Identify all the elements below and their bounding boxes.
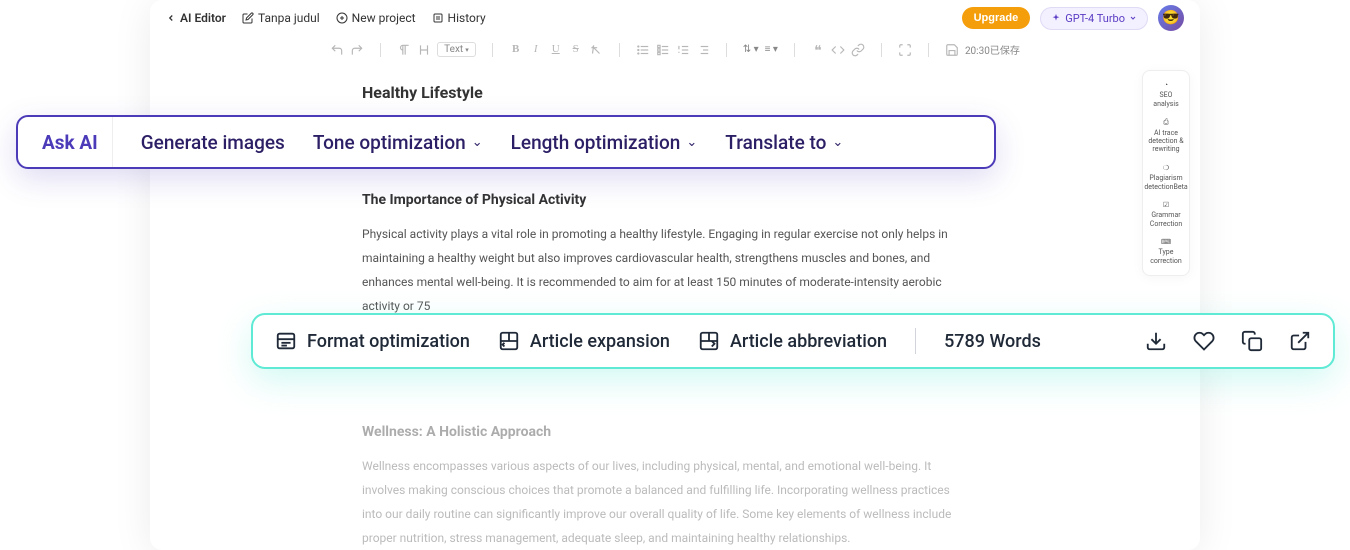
doc-name[interactable]: Tanpa judul — [242, 11, 320, 25]
doc-name-label: Tanpa judul — [258, 11, 320, 25]
shield-icon: ❍ — [1163, 164, 1169, 172]
new-project-label: New project — [352, 11, 416, 25]
history-button[interactable]: History — [432, 11, 486, 25]
expand-icon — [498, 330, 520, 352]
back-button[interactable]: AI Editor — [166, 11, 226, 25]
chevron-down-icon: ⌄ — [832, 135, 843, 150]
history-icon — [432, 12, 444, 24]
separator — [726, 43, 727, 57]
side-panel: ◔ SEO analysis ⎙ AI trace detection & re… — [1142, 70, 1190, 276]
length-optimization-button[interactable]: Length optimization⌄ — [511, 131, 698, 154]
separator — [915, 328, 916, 354]
document-title: Healthy Lifestyle — [362, 83, 970, 102]
article-abbreviation-button[interactable]: Article abbreviation — [698, 330, 887, 352]
separator — [619, 43, 620, 57]
chevron-down-icon — [1129, 14, 1137, 22]
side-ai-trace[interactable]: ⎙ AI trace detection & rewriting — [1145, 114, 1187, 158]
model-label: GPT-4 Turbo — [1065, 12, 1125, 25]
editor-toolbar: Text ▾ B I U S ⇅ ▾ ≡ ▾ ❝ — [150, 36, 1200, 63]
quote-icon[interactable]: ❝ — [811, 43, 825, 57]
article-expansion-button[interactable]: Article expansion — [498, 330, 670, 352]
separator — [794, 43, 795, 57]
type-icon: ⌨ — [1161, 238, 1171, 246]
section-2-title: Wellness: A Holistic Approach — [362, 424, 970, 440]
plus-circle-icon — [336, 12, 348, 24]
sparkle-icon — [1051, 13, 1061, 23]
list-indent-icon[interactable] — [696, 43, 710, 57]
link-icon[interactable] — [851, 43, 865, 57]
undo-icon[interactable] — [330, 43, 344, 57]
strike-icon[interactable]: S — [569, 43, 583, 57]
line-height-icon[interactable]: ⇅ ▾ — [743, 44, 759, 55]
text-dropdown[interactable]: Text ▾ — [437, 42, 476, 57]
section-1-body: Physical activity plays a vital role in … — [362, 222, 970, 318]
section-2-body: Wellness encompasses various aspects of … — [362, 454, 970, 550]
ask-ai-toolbar: Ask AI Generate images Tone optimization… — [16, 115, 996, 169]
separator — [928, 43, 929, 57]
history-label: History — [448, 11, 486, 25]
top-right: Upgrade GPT-4 Turbo 😎 — [962, 5, 1184, 31]
format-optimization-button[interactable]: Format optimization — [275, 330, 470, 352]
translate-to-button[interactable]: Translate to⌄ — [725, 131, 843, 154]
abbrev-icon — [698, 330, 720, 352]
italic-icon[interactable]: I — [529, 43, 543, 57]
side-seo-analysis[interactable]: ◔ SEO analysis — [1145, 77, 1187, 112]
side-type[interactable]: ⌨ Type correction — [1145, 234, 1187, 269]
side-label: Grammar Correction — [1147, 211, 1185, 228]
upgrade-button[interactable]: Upgrade — [962, 7, 1031, 29]
side-label: AI trace detection & rewriting — [1147, 129, 1185, 154]
ask-ai-label[interactable]: Ask AI — [28, 117, 113, 167]
list-ol-icon[interactable] — [676, 43, 690, 57]
align-icon[interactable]: ≡ ▾ — [765, 44, 778, 55]
top-left: AI Editor Tanpa judul New project Histor… — [166, 11, 486, 25]
clear-format-icon[interactable] — [589, 43, 603, 57]
chevron-down-icon: ⌄ — [472, 135, 483, 150]
save-status: 20:30已保存 — [965, 42, 1020, 57]
avatar[interactable]: 😎 — [1158, 5, 1184, 31]
fullscreen-icon[interactable] — [898, 43, 912, 57]
bottom-toolbar: Format optimization Article expansion Ar… — [251, 313, 1335, 369]
download-icon[interactable] — [1145, 330, 1167, 352]
side-label: SEO analysis — [1147, 91, 1185, 108]
list-check-icon[interactable] — [656, 43, 670, 57]
doc-check-icon: ☑ — [1163, 201, 1169, 209]
copy-icon[interactable] — [1241, 330, 1263, 352]
format-icon — [275, 330, 297, 352]
separator — [492, 43, 493, 57]
separator — [881, 43, 882, 57]
redo-icon[interactable] — [350, 43, 364, 57]
search-doc-icon: ⎙ — [1163, 118, 1169, 126]
side-label: Plagiarism detectionBeta — [1144, 174, 1187, 191]
side-plagiarism[interactable]: ❍ Plagiarism detectionBeta — [1145, 160, 1187, 195]
edit-icon — [242, 12, 254, 24]
top-bar: AI Editor Tanpa judul New project Histor… — [150, 0, 1200, 36]
chevron-left-icon — [166, 13, 176, 23]
heading-icon[interactable] — [417, 43, 431, 57]
bold-icon[interactable]: B — [509, 43, 523, 57]
app-window: AI Editor Tanpa judul New project Histor… — [150, 0, 1200, 550]
gauge-icon: ◔ — [1164, 81, 1168, 89]
heart-icon[interactable] — [1193, 330, 1215, 352]
separator — [380, 43, 381, 57]
code-icon[interactable] — [831, 43, 845, 57]
model-selector[interactable]: GPT-4 Turbo — [1040, 7, 1148, 30]
section-1-title: The Importance of Physical Activity — [362, 192, 970, 208]
word-count: 5789 Words — [944, 331, 1041, 352]
new-project-button[interactable]: New project — [336, 11, 416, 25]
paragraph-icon[interactable] — [397, 43, 411, 57]
list-ul-icon[interactable] — [636, 43, 650, 57]
back-label: AI Editor — [180, 11, 226, 25]
chevron-down-icon: ⌄ — [686, 135, 697, 150]
tone-optimization-button[interactable]: Tone optimization⌄ — [313, 131, 483, 154]
generate-images-button[interactable]: Generate images — [141, 131, 285, 154]
underline-icon[interactable]: U — [549, 43, 563, 57]
side-label: Type correction — [1147, 248, 1185, 265]
save-icon[interactable] — [945, 43, 959, 57]
side-grammar[interactable]: ☑ Grammar Correction — [1145, 197, 1187, 232]
external-link-icon[interactable] — [1289, 330, 1311, 352]
